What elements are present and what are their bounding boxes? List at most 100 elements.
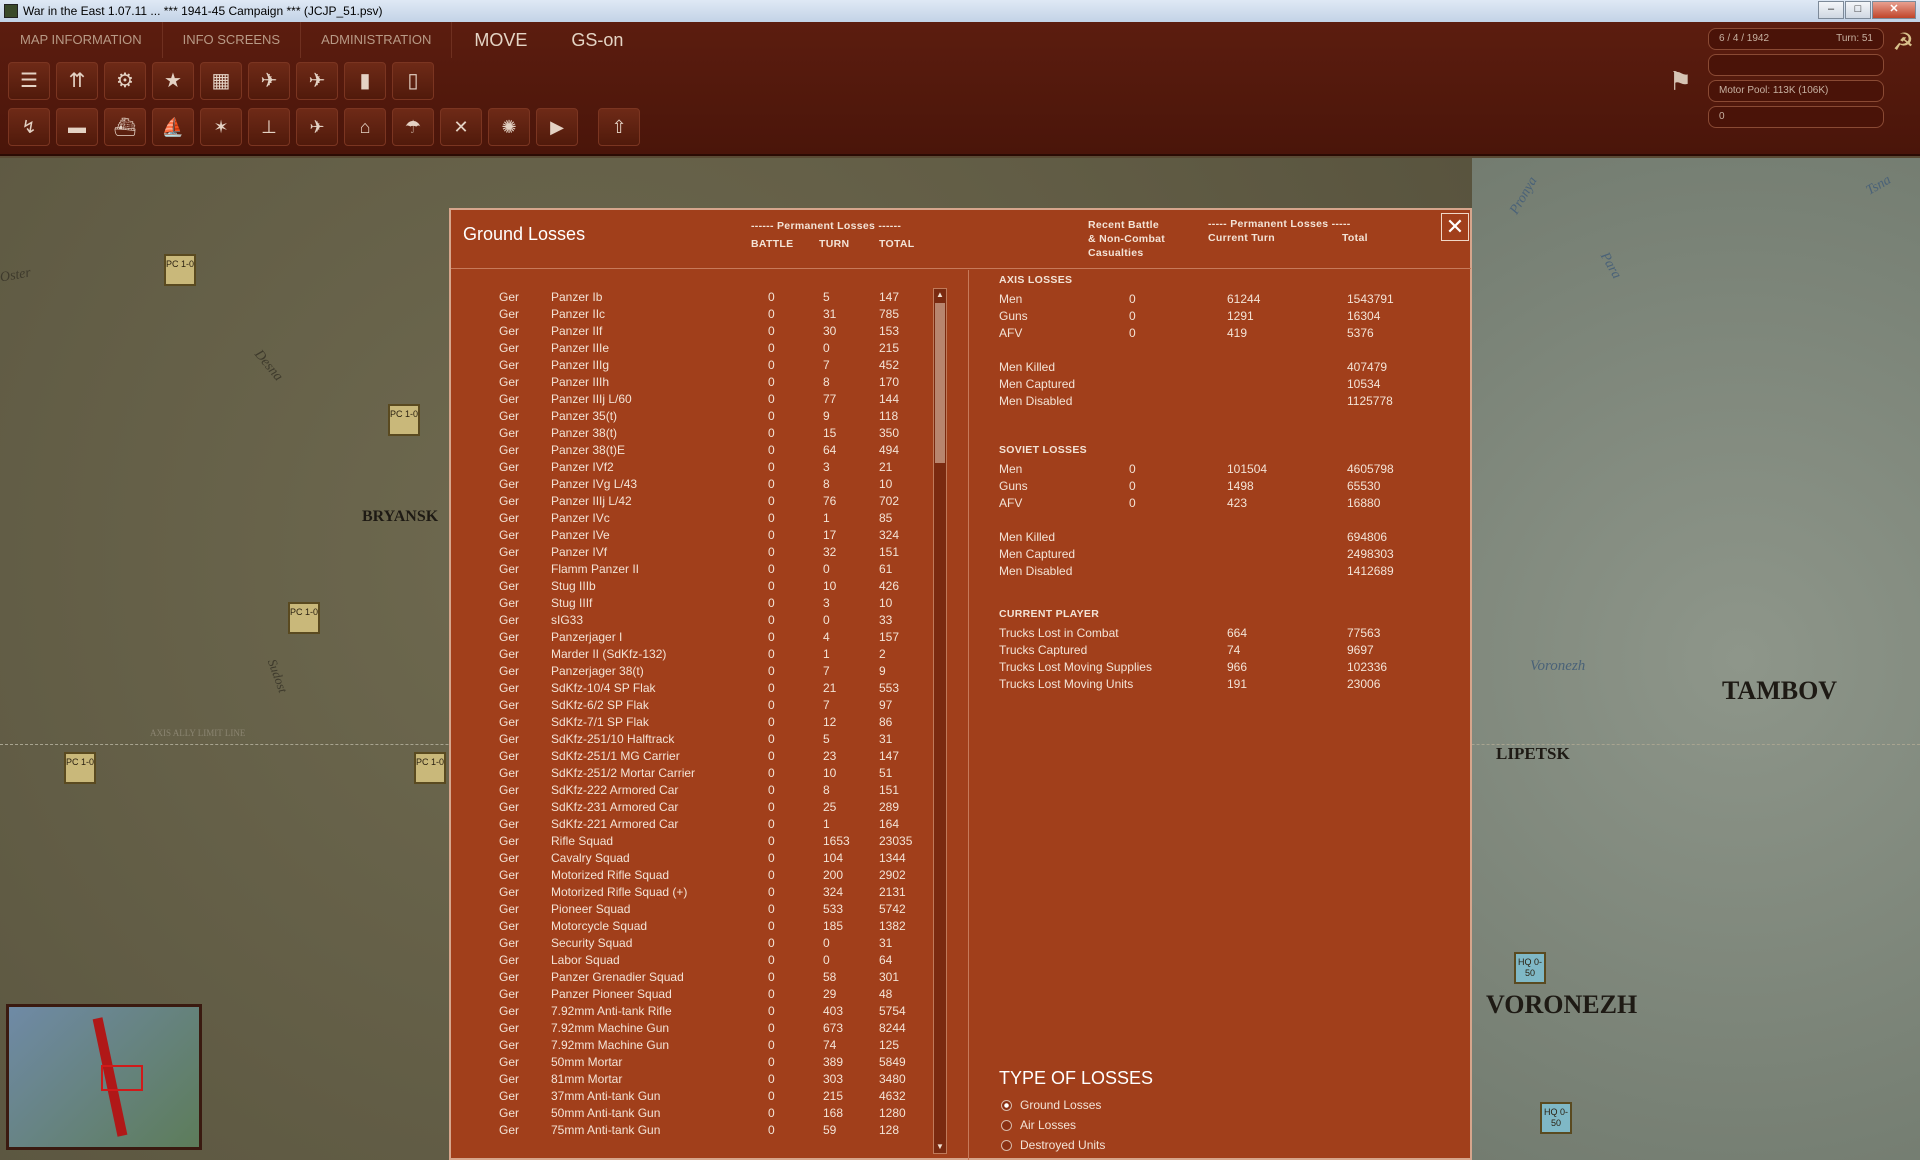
scroll-down-icon[interactable]: ▼: [935, 1142, 945, 1152]
air-icon[interactable]: ✈: [248, 62, 290, 100]
maximize-button[interactable]: □: [1845, 1, 1871, 19]
factory-icon[interactable]: ⌂: [344, 108, 386, 146]
table-row[interactable]: Ger Panzer IVc 0 1 85: [451, 511, 961, 528]
hq-counter[interactable]: HQ 0-50: [1514, 952, 1546, 984]
gs-toggle[interactable]: GS-on: [549, 22, 645, 58]
table-row[interactable]: Ger Stug IIIf 0 3 10: [451, 596, 961, 613]
unit-counter[interactable]: PC 1-0: [414, 752, 446, 784]
table-row[interactable]: Ger SdKfz-10/4 SP Flak 0 21 553: [451, 681, 961, 698]
table-row[interactable]: Ger Panzer IIIg 0 7 452: [451, 358, 961, 375]
unit-counter[interactable]: PC 1-0: [64, 752, 96, 784]
unit-counter[interactable]: PC 1-0: [288, 602, 320, 634]
minimap[interactable]: [6, 1004, 202, 1150]
table-row[interactable]: Ger SdKfz-222 Armored Car 0 8 151: [451, 783, 961, 800]
table-row[interactable]: Ger Motorcycle Squad 0 185 1382: [451, 919, 961, 936]
table-row[interactable]: Ger Security Squad 0 0 31: [451, 936, 961, 953]
tab-info-screens[interactable]: INFO SCREENS: [163, 22, 302, 58]
explosion-icon[interactable]: ✺: [488, 108, 530, 146]
table-row[interactable]: Ger 37mm Anti-tank Gun 0 215 4632: [451, 1089, 961, 1106]
table-row[interactable]: Ger Pioneer Squad 0 533 5742: [451, 902, 961, 919]
table-row[interactable]: Ger Panzer IVf 0 32 151: [451, 545, 961, 562]
radio-selected-icon[interactable]: [1001, 1099, 1012, 1111]
tab-administration[interactable]: ADMINISTRATION: [301, 22, 453, 58]
table-row[interactable]: Ger 50mm Anti-tank Gun 0 168 1280: [451, 1106, 961, 1123]
radio-ground-losses[interactable]: Ground Losses: [1001, 1098, 1101, 1112]
para-icon[interactable]: ☂: [392, 108, 434, 146]
upload-icon[interactable]: ⇧: [598, 108, 640, 146]
table-row[interactable]: Ger Cavalry Squad 0 104 1344: [451, 851, 961, 868]
move-icon[interactable]: ↯: [8, 108, 50, 146]
table-row[interactable]: Ger 75mm Anti-tank Gun 0 59 128: [451, 1123, 961, 1140]
table-row[interactable]: Ger SdKfz-251/1 MG Carrier 0 23 147: [451, 749, 961, 766]
radio-icon[interactable]: [1001, 1139, 1012, 1151]
table-row[interactable]: Ger 7.92mm Machine Gun 0 74 125: [451, 1038, 961, 1055]
airfield-icon[interactable]: ⊥: [248, 108, 290, 146]
unit-counter[interactable]: PC 1-0: [388, 404, 420, 436]
units-icon[interactable]: ⇈: [56, 62, 98, 100]
viewport-box[interactable]: [101, 1065, 143, 1091]
table-row[interactable]: Ger Motorized Rifle Squad 0 200 2902: [451, 868, 961, 885]
table-row[interactable]: Ger Rifle Squad 0 1653 23035: [451, 834, 961, 851]
table-row[interactable]: Ger Marder II (SdKfz-132) 0 1 2: [451, 647, 961, 664]
radio-air-losses[interactable]: Air Losses: [1001, 1118, 1076, 1132]
ship-icon[interactable]: ⛴: [104, 108, 146, 146]
radio-destroyed-units[interactable]: Destroyed Units: [1001, 1138, 1105, 1152]
table-row[interactable]: Ger Panzer IIIj L/42 0 76 702: [451, 494, 961, 511]
table-row[interactable]: Ger Panzer IVf2 0 3 21: [451, 460, 961, 477]
tab-map-information[interactable]: MAP INFORMATION: [0, 22, 163, 58]
table-row[interactable]: Ger Flamm Panzer II 0 0 61: [451, 562, 961, 579]
minimize-button[interactable]: –: [1818, 1, 1844, 19]
next-icon[interactable]: ▶: [536, 108, 578, 146]
flag-icon[interactable]: ⚑: [1669, 66, 1692, 97]
tank-icon[interactable]: ▬: [56, 108, 98, 146]
aircraft-icon[interactable]: ✈: [296, 62, 338, 100]
phone-icon[interactable]: ▯: [392, 62, 434, 100]
table-row[interactable]: Ger 81mm Mortar 0 303 3480: [451, 1072, 961, 1089]
scroll-thumb[interactable]: [935, 303, 945, 463]
table-row[interactable]: Ger Panzer 38(t)E 0 64 494: [451, 443, 961, 460]
table-row[interactable]: Ger 7.92mm Anti-tank Rifle 0 403 5754: [451, 1004, 961, 1021]
table-row[interactable]: Ger Panzer IVe 0 17 324: [451, 528, 961, 545]
table-row[interactable]: Ger Panzer Grenadier Squad 0 58 301: [451, 970, 961, 987]
close-icon[interactable]: ✕: [1441, 213, 1469, 241]
gear-icon[interactable]: ⚙: [104, 62, 146, 100]
table-row[interactable]: Ger SdKfz-6/2 SP Flak 0 7 97: [451, 698, 961, 715]
grid-icon[interactable]: ▦: [200, 62, 242, 100]
strike-icon[interactable]: ✕: [440, 108, 482, 146]
table-row[interactable]: Ger Panzer IIIj L/60 0 77 144: [451, 392, 961, 409]
table-row[interactable]: Ger Panzer IIIe 0 0 215: [451, 341, 961, 358]
tab-move[interactable]: MOVE: [452, 22, 549, 58]
fighter-icon[interactable]: ✈: [296, 108, 338, 146]
bomb-icon[interactable]: ✶: [200, 108, 242, 146]
star-icon[interactable]: ★: [152, 62, 194, 100]
rail-icon[interactable]: ▮: [344, 62, 386, 100]
close-window-button[interactable]: ✕: [1872, 1, 1916, 19]
unit-counter[interactable]: PC 1-0: [164, 254, 196, 286]
table-row[interactable]: Ger SdKfz-7/1 SP Flak 0 12 86: [451, 715, 961, 732]
table-row[interactable]: Ger Panzer IVg L/43 0 8 10: [451, 477, 961, 494]
table-row[interactable]: Ger Panzerjager 38(t) 0 7 9: [451, 664, 961, 681]
table-row[interactable]: Ger Panzer IIf 0 30 153: [451, 324, 961, 341]
table-row[interactable]: Ger SdKfz-221 Armored Car 0 1 164: [451, 817, 961, 834]
table-row[interactable]: Ger Panzer 38(t) 0 15 350: [451, 426, 961, 443]
table-row[interactable]: Ger Stug IIIb 0 10 426: [451, 579, 961, 596]
table-row[interactable]: Ger 7.92mm Machine Gun 0 673 8244: [451, 1021, 961, 1038]
table-row[interactable]: Ger Labor Squad 0 0 64: [451, 953, 961, 970]
table-row[interactable]: Ger SdKfz-251/2 Mortar Carrier 0 10 51: [451, 766, 961, 783]
table-row[interactable]: Ger Panzerjager I 0 4 157: [451, 630, 961, 647]
table-row[interactable]: Ger SdKfz-251/10 Halftrack 0 5 31: [451, 732, 961, 749]
table-row[interactable]: Ger Panzer Ib 0 5 147: [451, 290, 961, 307]
scrollbar[interactable]: ▲ ▼: [933, 288, 947, 1154]
table-row[interactable]: Ger SdKfz-231 Armored Car 0 25 289: [451, 800, 961, 817]
table-row[interactable]: Ger Panzer Pioneer Squad 0 29 48: [451, 987, 961, 1004]
layers-icon[interactable]: ☰: [8, 62, 50, 100]
boat-icon[interactable]: ⛵: [152, 108, 194, 146]
table-row[interactable]: Ger Panzer IIc 0 31 785: [451, 307, 961, 324]
table-row[interactable]: Ger Panzer IIIh 0 8 170: [451, 375, 961, 392]
table-row[interactable]: Ger sIG33 0 0 33: [451, 613, 961, 630]
scroll-up-icon[interactable]: ▲: [935, 290, 945, 300]
table-row[interactable]: Ger Motorized Rifle Squad (+) 0 324 2131: [451, 885, 961, 902]
table-row[interactable]: Ger 50mm Mortar 0 389 5849: [451, 1055, 961, 1072]
table-row[interactable]: Ger Panzer 35(t) 0 9 118: [451, 409, 961, 426]
hq-counter[interactable]: HQ 0-50: [1540, 1102, 1572, 1134]
